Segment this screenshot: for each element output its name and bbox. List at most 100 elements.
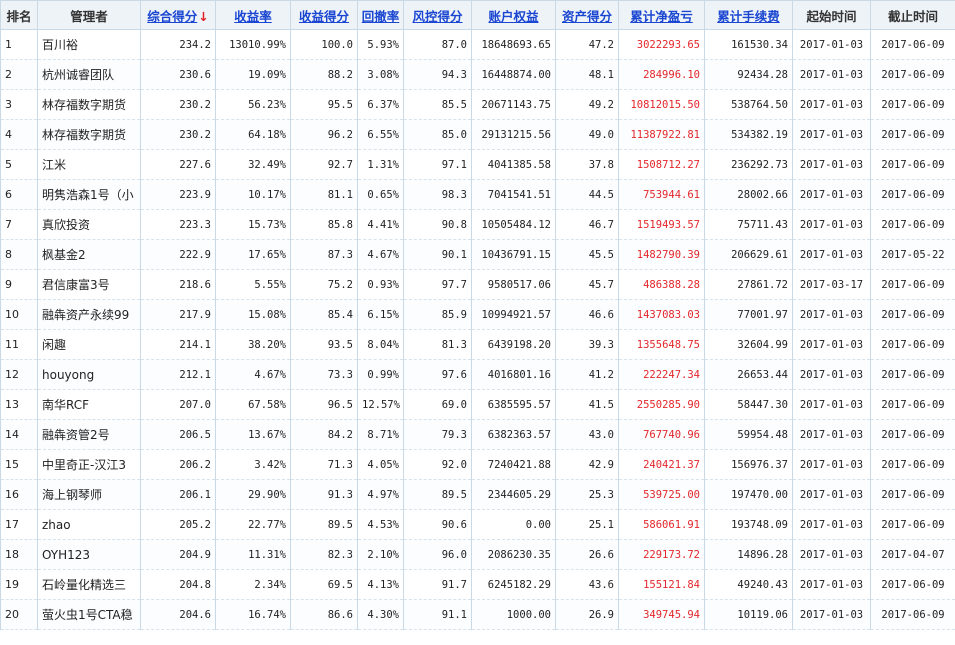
sort-equity-link[interactable]: 账户权益: [471, 0, 556, 30]
cell-net-profit: 11387922.81: [618, 119, 705, 150]
cell-end-date: 2017-06-09: [870, 119, 955, 150]
cell-start-date: 2017-01-03: [792, 389, 871, 420]
cell-equity: 4041385.58: [471, 149, 556, 180]
sort-asset-score-link[interactable]: 资产得分: [555, 0, 619, 30]
cell-equity: 2086230.35: [471, 539, 556, 570]
cell-manager-name: 君信康富3号: [37, 269, 141, 300]
cell-return-score: 85.8: [290, 209, 358, 240]
cell-total-score: 217.9: [140, 299, 216, 330]
cell-risk-score: 90.6: [403, 509, 472, 540]
sort-return-score-link[interactable]: 收益得分: [290, 0, 358, 30]
cell-drawdown: 0.93%: [357, 269, 404, 300]
cell-rank: 9: [0, 269, 38, 300]
table-body: 1 百川裕 234.2 13010.99% 100.0 5.93% 87.0 18648693…: [0, 29, 955, 630]
col-start-date-header: 起始时间: [792, 0, 871, 30]
cell-risk-score: 91.7: [403, 569, 472, 600]
sort-drawdown-link[interactable]: 回撤率: [357, 0, 404, 30]
cell-return-score: 96.2: [290, 119, 358, 150]
cell-asset-score: 26.6: [555, 539, 619, 570]
cell-drawdown: 6.37%: [357, 89, 404, 120]
cell-asset-score: 25.3: [555, 479, 619, 510]
cell-return-rate: 11.31%: [215, 539, 291, 570]
cell-manager-name: zhao: [37, 509, 141, 540]
cell-end-date: 2017-06-09: [870, 479, 955, 510]
cell-fees: 156976.37: [704, 449, 793, 480]
cell-equity: 6382363.57: [471, 419, 556, 450]
cell-risk-score: 98.3: [403, 179, 472, 210]
cell-return-rate: 22.77%: [215, 509, 291, 540]
sort-return-rate-link[interactable]: 收益率: [215, 0, 291, 30]
cell-end-date: 2017-06-09: [870, 569, 955, 600]
cell-fees: 32604.99: [704, 329, 793, 360]
cell-asset-score: 41.5: [555, 389, 619, 420]
cell-rank: 10: [0, 299, 38, 330]
table-row: 1 百川裕 234.2 13010.99% 100.0 5.93% 87.0 18648693…: [0, 29, 955, 60]
cell-manager-name: 南华RCF: [37, 389, 141, 420]
cell-total-score: 230.2: [140, 89, 216, 120]
cell-return-score: 95.5: [290, 89, 358, 120]
cell-net-profit: 240421.37: [618, 449, 705, 480]
table-row: 6 明隽浩森1号（小 223.9 10.17% 81.1 0.65% 98.3 7041541…: [0, 179, 955, 210]
cell-fees: 27861.72: [704, 269, 793, 300]
cell-fees: 236292.73: [704, 149, 793, 180]
cell-start-date: 2017-01-03: [792, 509, 871, 540]
cell-net-profit: 229173.72: [618, 539, 705, 570]
cell-end-date: 2017-06-09: [870, 269, 955, 300]
cell-manager-name: 闲趣: [37, 329, 141, 360]
cell-equity: 10505484.12: [471, 209, 556, 240]
cell-equity: 0.00: [471, 509, 556, 540]
cell-total-score: 206.2: [140, 449, 216, 480]
cell-end-date: 2017-06-09: [870, 509, 955, 540]
cell-drawdown: 4.97%: [357, 479, 404, 510]
cell-fees: 59954.48: [704, 419, 793, 450]
cell-net-profit: 155121.84: [618, 569, 705, 600]
cell-total-score: 206.1: [140, 479, 216, 510]
cell-manager-name: 林存福数字期货: [37, 119, 141, 150]
table-header: 排名 管理者 综合得分↓ 收益率 收益得分 回撤率 风控得分 账户权益 资产得分…: [0, 0, 955, 30]
cell-drawdown: 0.99%: [357, 359, 404, 390]
cell-return-rate: 13010.99%: [215, 29, 291, 60]
cell-rank: 18: [0, 539, 38, 570]
cell-drawdown: 8.71%: [357, 419, 404, 450]
cell-total-score: 230.2: [140, 119, 216, 150]
sort-net-profit-link[interactable]: 累计净盈亏: [618, 0, 705, 30]
cell-risk-score: 87.0: [403, 29, 472, 60]
cell-total-score: 214.1: [140, 329, 216, 360]
table-row: 7 真欣投资 223.3 15.73% 85.8 4.41% 90.8 10505484.12…: [0, 209, 955, 240]
cell-start-date: 2017-01-03: [792, 569, 871, 600]
cell-risk-score: 92.0: [403, 449, 472, 480]
cell-drawdown: 0.65%: [357, 179, 404, 210]
cell-equity: 2344605.29: [471, 479, 556, 510]
table-row: 9 君信康富3号 218.6 5.55% 75.2 0.93% 97.7 9580517.06…: [0, 269, 955, 300]
cell-manager-name: 萤火虫1号CTA稳: [37, 599, 141, 630]
table-row: 13 南华RCF 207.0 67.58% 96.5 12.57% 69.0 6385595.…: [0, 389, 955, 420]
cell-risk-score: 94.3: [403, 59, 472, 90]
cell-net-profit: 1519493.57: [618, 209, 705, 240]
sort-risk-score-link[interactable]: 风控得分: [403, 0, 472, 30]
cell-return-rate: 2.34%: [215, 569, 291, 600]
cell-start-date: 2017-03-17: [792, 269, 871, 300]
cell-total-score: 205.2: [140, 509, 216, 540]
cell-net-profit: 753944.61: [618, 179, 705, 210]
cell-manager-name: 融犇资产永续99: [37, 299, 141, 330]
cell-end-date: 2017-06-09: [870, 329, 955, 360]
cell-manager-name: 海上钢琴师: [37, 479, 141, 510]
cell-total-score: 218.6: [140, 269, 216, 300]
table-row: 15 中里奇正-汉江3 206.2 3.42% 71.3 4.05% 92.0 7240421…: [0, 449, 955, 480]
cell-rank: 11: [0, 329, 38, 360]
cell-return-score: 84.2: [290, 419, 358, 450]
cell-asset-score: 26.9: [555, 599, 619, 630]
sort-descending-icon: ↓: [198, 8, 209, 24]
cell-net-profit: 284996.10: [618, 59, 705, 90]
cell-total-score: 212.1: [140, 359, 216, 390]
sort-fees-link[interactable]: 累计手续费: [704, 0, 793, 30]
cell-fees: 161530.34: [704, 29, 793, 60]
sort-total-score-link[interactable]: 综合得分↓: [140, 0, 216, 30]
cell-return-score: 81.1: [290, 179, 358, 210]
table-row: 17 zhao 205.2 22.77% 89.5 4.53% 90.6 0.00 25.1 58…: [0, 509, 955, 540]
cell-equity: 18648693.65: [471, 29, 556, 60]
table-row: 12 houyong 212.1 4.67% 73.3 0.99% 97.6 4016801.…: [0, 359, 955, 390]
cell-return-score: 75.2: [290, 269, 358, 300]
cell-return-rate: 15.08%: [215, 299, 291, 330]
cell-asset-score: 41.2: [555, 359, 619, 390]
